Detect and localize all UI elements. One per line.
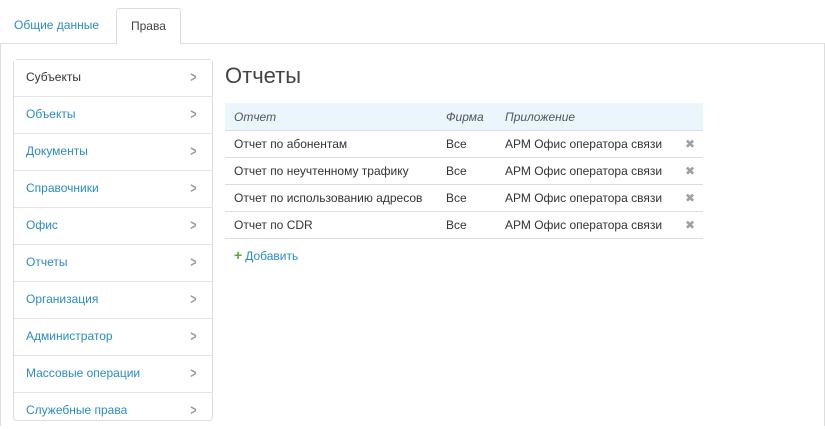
add-report-link[interactable]: + Добавить bbox=[234, 247, 298, 263]
delete-icon[interactable]: ✖ bbox=[685, 191, 695, 205]
sidebar-item-label: Справочники bbox=[26, 181, 99, 195]
report-firm: Все bbox=[437, 130, 496, 158]
sidebar-item-dictionaries[interactable]: Справочники > bbox=[14, 171, 212, 208]
plus-icon: + bbox=[234, 247, 243, 263]
report-name: Отчет по использованию адресов bbox=[225, 184, 437, 212]
tab-rights[interactable]: Права bbox=[116, 8, 181, 45]
table-row: Отчет по CDR Все АРМ Офис оператора связ… bbox=[225, 211, 703, 239]
chevron-right-icon: > bbox=[190, 328, 197, 345]
table-row: Отчет по абонентам Все АРМ Офис оператор… bbox=[225, 130, 703, 158]
report-app: АРМ Офис оператора связи bbox=[496, 157, 668, 185]
chevron-right-icon: > bbox=[190, 365, 197, 382]
sidebar-item-label: Служебные права bbox=[26, 403, 128, 417]
chevron-right-icon: > bbox=[190, 106, 197, 123]
sidebar-item-label: Массовые операции bbox=[26, 366, 141, 380]
report-name: Отчет по неучтенному трафику bbox=[225, 157, 437, 185]
sidebar: Субъекты > Объекты > Документы > Справочник… bbox=[13, 59, 213, 421]
chevron-right-icon: > bbox=[190, 69, 197, 86]
table-header-row: Отчет Фирма Приложение bbox=[225, 103, 703, 131]
report-firm: Все bbox=[437, 211, 496, 239]
tab-general[interactable]: Общие данные bbox=[0, 8, 113, 42]
sidebar-item-mass-operations[interactable]: Массовые операции > bbox=[14, 356, 212, 393]
report-name: Отчет по CDR bbox=[225, 211, 437, 239]
report-app: АРМ Офис оператора связи bbox=[496, 211, 668, 239]
chevron-right-icon: > bbox=[190, 291, 197, 308]
reports-table: Отчет Фирма Приложение Отчет по абонента… bbox=[225, 103, 703, 239]
report-app: АРМ Офис оператора связи bbox=[496, 184, 668, 212]
report-name: Отчет по абонентам bbox=[225, 130, 437, 158]
sidebar-item-organization[interactable]: Организация > bbox=[14, 282, 212, 319]
chevron-right-icon: > bbox=[190, 217, 197, 234]
sidebar-item-office[interactable]: Офис > bbox=[14, 208, 212, 245]
tab-bar: Общие данные Права bbox=[0, 0, 825, 45]
column-header-report: Отчет bbox=[225, 103, 437, 131]
page-title: Отчеты bbox=[225, 63, 302, 88]
sidebar-item-subjects[interactable]: Субъекты > bbox=[14, 60, 212, 97]
chevron-right-icon: > bbox=[190, 180, 197, 197]
sidebar-item-label: Офис bbox=[26, 218, 58, 232]
sidebar-item-label: Организация bbox=[26, 292, 99, 306]
sidebar-item-label: Субъекты bbox=[26, 70, 81, 84]
column-header-app: Приложение bbox=[496, 103, 668, 131]
delete-icon[interactable]: ✖ bbox=[685, 218, 695, 232]
report-firm: Все bbox=[437, 157, 496, 185]
column-header-actions bbox=[668, 103, 703, 131]
chevron-right-icon: > bbox=[190, 143, 197, 160]
chevron-right-icon: > bbox=[190, 254, 197, 271]
sidebar-item-documents[interactable]: Документы > bbox=[14, 134, 212, 171]
delete-icon[interactable]: ✖ bbox=[685, 164, 695, 178]
sidebar-item-label: Объекты bbox=[26, 107, 76, 121]
report-firm: Все bbox=[437, 184, 496, 212]
sidebar-item-label: Документы bbox=[26, 144, 88, 158]
chevron-right-icon: > bbox=[190, 402, 197, 419]
sidebar-item-objects[interactable]: Объекты > bbox=[14, 97, 212, 134]
sidebar-item-label: Администратор bbox=[26, 329, 113, 343]
table-row: Отчет по неучтенному трафику Все АРМ Офи… bbox=[225, 157, 703, 185]
add-label: Добавить bbox=[245, 249, 299, 263]
sidebar-item-service-rights[interactable]: Служебные права > bbox=[14, 393, 212, 429]
table-row: Отчет по использованию адресов Все АРМ О… bbox=[225, 184, 703, 212]
sidebar-item-label: Отчеты bbox=[26, 255, 68, 269]
column-header-firm: Фирма bbox=[437, 103, 496, 131]
sidebar-item-administrator[interactable]: Администратор > bbox=[14, 319, 212, 356]
report-app: АРМ Офис оператора связи bbox=[496, 130, 668, 158]
sidebar-item-reports[interactable]: Отчеты > bbox=[14, 245, 212, 282]
delete-icon[interactable]: ✖ bbox=[685, 137, 695, 151]
